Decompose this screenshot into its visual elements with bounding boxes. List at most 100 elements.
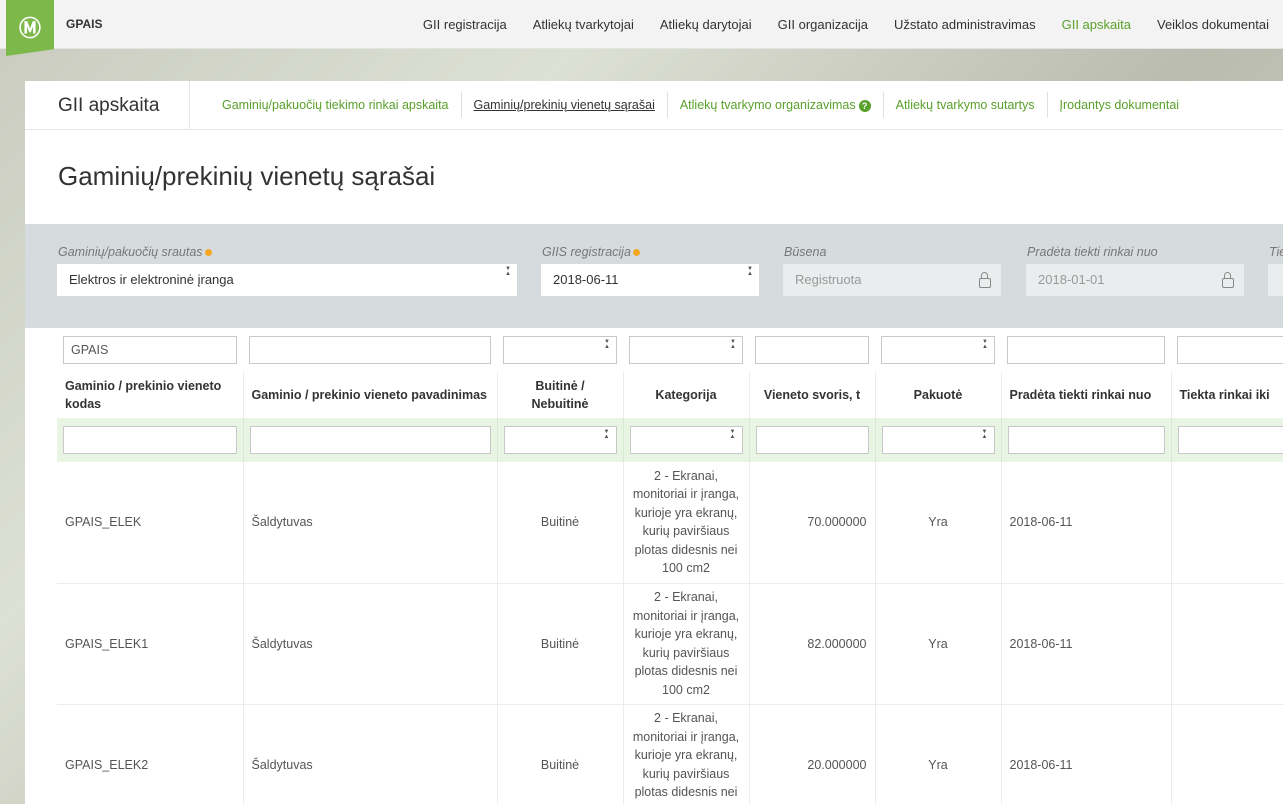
- filter-cell: ▲ ▼: [497, 418, 624, 462]
- nav-item-gii-organizacija[interactable]: GII organizacija: [778, 17, 868, 32]
- updown-caret-icon: ▲ ▼: [603, 429, 610, 440]
- column-header-to[interactable]: Tiekta rinkai iki: [1171, 372, 1283, 418]
- code-column-filter[interactable]: [63, 426, 237, 454]
- filter-cell: [243, 418, 498, 462]
- cell-type: Buitinė: [497, 583, 624, 705]
- cell-code: GPAIS_ELEK: [57, 462, 244, 584]
- required-icon: [204, 249, 212, 257]
- nav-item-gii-registracija[interactable]: GII registracija: [423, 17, 507, 32]
- filter-cell: ▲ ▼: [623, 418, 750, 462]
- products-table: GPAIS ▲ ▼ ▲ ▼ ▲ ▼ Gaminio / prekinio vienet…: [57, 328, 1283, 804]
- pack-column-filter[interactable]: ▲ ▼: [881, 426, 995, 454]
- table-column-filter-row: ▲ ▼ ▲ ▼ ▲ ▼: [57, 418, 1283, 462]
- status-field: Registruota: [783, 264, 1001, 296]
- column-header-category[interactable]: Kategorija: [623, 372, 750, 418]
- table-row[interactable]: GPAIS_ELEK2 Šaldytuvas Buitinė 2 - Ekran…: [57, 704, 1283, 804]
- cell-type: Buitinė: [497, 462, 624, 584]
- cell-category: 2 - Ekranai, monitoriai ir įranga, kurio…: [623, 704, 750, 804]
- column-header-name[interactable]: Gaminio / prekinio vieneto pavadinimas: [243, 372, 498, 418]
- filter-cell: [749, 418, 876, 462]
- filter-cell: [749, 328, 875, 372]
- field-value: Registruota: [795, 272, 862, 287]
- cell-weight: 70.000000: [749, 462, 876, 584]
- cell-weight: 20.000000: [749, 704, 876, 804]
- name-filter-input[interactable]: [249, 336, 491, 364]
- table-row[interactable]: GPAIS_ELEK Šaldytuvas Buitinė 2 - Ekrana…: [57, 462, 1283, 584]
- to-filter-input[interactable]: [1177, 336, 1283, 364]
- tab-irodantys-dokumentai[interactable]: Įrodantys dokumentai: [1048, 92, 1192, 118]
- updown-caret-icon: ▲ ▼: [981, 429, 988, 440]
- column-header-type[interactable]: Buitinė / Nebuitinė: [497, 372, 624, 418]
- cell-from: 2018-06-11: [1001, 462, 1172, 584]
- main-nav: GII registracija Atliekų tvarkytojai Atl…: [397, 0, 1269, 48]
- stream-select[interactable]: Elektros ir elektroninė įranga ▲ ▼: [57, 264, 517, 296]
- nav-item-gii-apskaita[interactable]: GII apskaita: [1062, 17, 1131, 32]
- cell-pack: Yra: [875, 462, 1002, 584]
- filter-cell: [57, 418, 244, 462]
- weight-filter-input[interactable]: [755, 336, 869, 364]
- cell-name: Šaldytuvas: [243, 704, 498, 804]
- field-value: 2018-01-01: [1038, 272, 1105, 287]
- section-title: GII apskaita: [58, 95, 160, 116]
- next-label: Tie: [1269, 245, 1283, 259]
- from-filter-input[interactable]: [1007, 336, 1165, 364]
- cell-code: GPAIS_ELEK1: [57, 583, 244, 705]
- updown-caret-icon: ▲ ▼: [505, 266, 511, 277]
- column-header-code[interactable]: Gaminio / prekinio vieneto kodas: [57, 372, 244, 418]
- logo-icon: Ⓜ: [19, 17, 42, 42]
- main-card: GII apskaita Gaminių/pakuočių tiekimo ri…: [25, 81, 1283, 804]
- cell-pack: Yra: [875, 583, 1002, 705]
- type-filter-select[interactable]: ▲ ▼: [503, 336, 617, 364]
- nav-item-uzstato-administravimas[interactable]: Užstato administravimas: [894, 17, 1036, 32]
- pack-filter-select[interactable]: ▲ ▼: [881, 336, 995, 364]
- tab-vienetu-sarasai[interactable]: Gaminių/prekinių vienetų sąrašai: [462, 92, 668, 118]
- filter-cell: ▲ ▼: [497, 328, 623, 372]
- filter-cell: GPAIS: [57, 328, 243, 372]
- start-date-field: 2018-01-01: [1026, 264, 1244, 296]
- type-column-filter[interactable]: ▲ ▼: [503, 426, 617, 454]
- tab-tvarkymo-organizavimas[interactable]: Atliekų tvarkymo organizavimas?: [668, 92, 884, 118]
- updown-caret-icon: ▲ ▼: [982, 339, 988, 350]
- weight-column-filter[interactable]: [755, 426, 869, 454]
- filter-cell: [1171, 328, 1283, 372]
- divider: [189, 81, 190, 129]
- select-value: 2018-06-11: [553, 272, 619, 287]
- reg-select[interactable]: 2018-06-11 ▲ ▼: [541, 264, 759, 296]
- category-filter-select[interactable]: ▲ ▼: [629, 336, 743, 364]
- label-text: GIIS registracija: [542, 245, 631, 259]
- start-label: Pradėta tiekti rinkai nuo: [1027, 245, 1158, 259]
- page-title: Gaminių/prekinių vienetų sąrašai: [58, 161, 436, 191]
- nav-item-veiklos-dokumentai[interactable]: Veiklos dokumentai: [1157, 17, 1269, 32]
- cell-name: Šaldytuvas: [243, 462, 498, 584]
- top-navbar: Ⓜ GPAIS GII registracija Atliekų tvarkyt…: [0, 0, 1283, 56]
- logo[interactable]: Ⓜ: [6, 0, 54, 56]
- to-column-filter[interactable]: [1177, 426, 1283, 454]
- tab-tiekimo-apskaita[interactable]: Gaminių/pakuočių tiekimo rinkai apskaita: [210, 92, 462, 118]
- from-column-filter[interactable]: [1007, 426, 1165, 454]
- reg-label: GIIS registracija: [542, 245, 640, 259]
- table-row[interactable]: GPAIS_ELEK1 Šaldytuvas Buitinė 2 - Ekran…: [57, 583, 1283, 705]
- category-column-filter[interactable]: ▲ ▼: [629, 426, 743, 454]
- column-header-weight[interactable]: Vieneto svoris, t: [749, 372, 876, 418]
- lock-icon: [1222, 272, 1234, 288]
- name-column-filter[interactable]: [249, 426, 491, 454]
- next-field: [1268, 264, 1283, 296]
- cell-to: [1171, 704, 1283, 804]
- filter-cell: ▲ ▼: [875, 418, 1002, 462]
- filter-cell: [1001, 328, 1171, 372]
- nav-item-atlieku-darytojai[interactable]: Atliekų darytojai: [660, 17, 752, 32]
- lock-icon: [979, 272, 991, 288]
- brand-name: GPAIS: [66, 17, 103, 31]
- tab-tvarkymo-sutartys[interactable]: Atliekų tvarkymo sutartys: [884, 92, 1048, 118]
- cell-type: Buitinė: [497, 704, 624, 804]
- help-icon[interactable]: ?: [858, 99, 871, 112]
- nav-item-atlieku-tvarkytojai[interactable]: Atliekų tvarkytojai: [533, 17, 634, 32]
- column-header-from[interactable]: Pradėta tiekti rinkai nuo: [1001, 372, 1172, 418]
- cell-code: GPAIS_ELEK2: [57, 704, 244, 804]
- updown-caret-icon: ▲ ▼: [604, 339, 610, 350]
- updown-caret-icon: ▲ ▼: [747, 266, 753, 277]
- code-filter-input[interactable]: GPAIS: [63, 336, 237, 364]
- cell-from: 2018-06-11: [1001, 583, 1172, 705]
- column-header-pack[interactable]: Pakuotė: [875, 372, 1002, 418]
- select-value: Elektros ir elektroninė įranga: [69, 272, 234, 287]
